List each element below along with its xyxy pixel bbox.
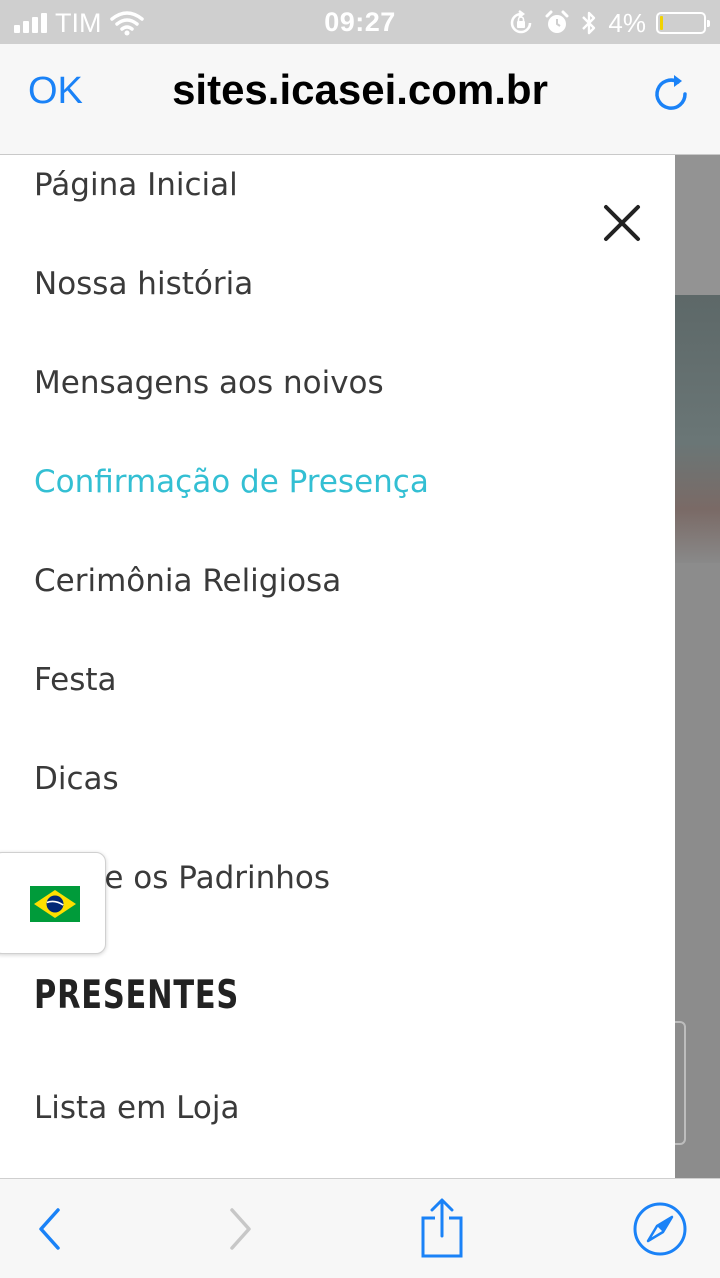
address-bar-url[interactable]: sites.icasei.com.br	[0, 66, 720, 114]
battery-percent: 4%	[608, 7, 646, 38]
forward-icon	[230, 1207, 251, 1250]
menu-item-mensagens[interactable]: Mensagens aos noivos	[34, 365, 384, 401]
browser-header: OK sites.icasei.com.br	[0, 44, 720, 155]
back-icon	[39, 1207, 60, 1250]
menu-item-confirmacao[interactable]: Confirmação de Presença	[34, 464, 429, 500]
page-photo-dimmed	[675, 295, 720, 563]
back-button[interactable]	[20, 1179, 80, 1278]
menu-item-nossa-historia[interactable]: Nossa história	[34, 266, 253, 302]
menu-item-cerimonia[interactable]: Cerimônia Religiosa	[34, 563, 341, 599]
status-icons: 4%	[508, 7, 710, 39]
page-backdrop[interactable]	[675, 155, 720, 1178]
menu-item-lista-em-loja[interactable]: Lista em Loja	[34, 1090, 239, 1126]
page-header-dimmed	[675, 155, 720, 295]
menu-item-dicas[interactable]: Dicas	[34, 761, 119, 797]
share-button[interactable]	[412, 1179, 472, 1278]
brazil-flag-icon	[30, 886, 80, 922]
page-box-dimmed	[675, 1021, 686, 1145]
forward-button[interactable]	[210, 1179, 270, 1278]
menu-item-festa[interactable]: Festa	[34, 662, 117, 698]
bluetooth-icon	[582, 11, 596, 35]
menu-item-pagina-inicial[interactable]: Página Inicial	[34, 167, 238, 203]
alarm-icon	[545, 10, 569, 33]
share-icon	[421, 1198, 463, 1257]
battery-level	[660, 16, 663, 30]
close-icon[interactable]	[598, 199, 646, 247]
battery-icon	[656, 12, 710, 34]
reload-icon[interactable]	[648, 70, 696, 118]
orientation-lock-icon	[511, 10, 532, 34]
side-menu: Página Inicial Nossa história Mensagens …	[0, 155, 675, 1178]
section-heading-presentes: PRESENTES	[34, 973, 240, 1018]
safari-button[interactable]	[628, 1179, 692, 1278]
status-bar: TIM 09:27 4%	[0, 0, 720, 44]
compass-icon	[633, 1202, 687, 1255]
browser-toolbar	[0, 1178, 720, 1278]
language-selector[interactable]	[0, 852, 106, 954]
